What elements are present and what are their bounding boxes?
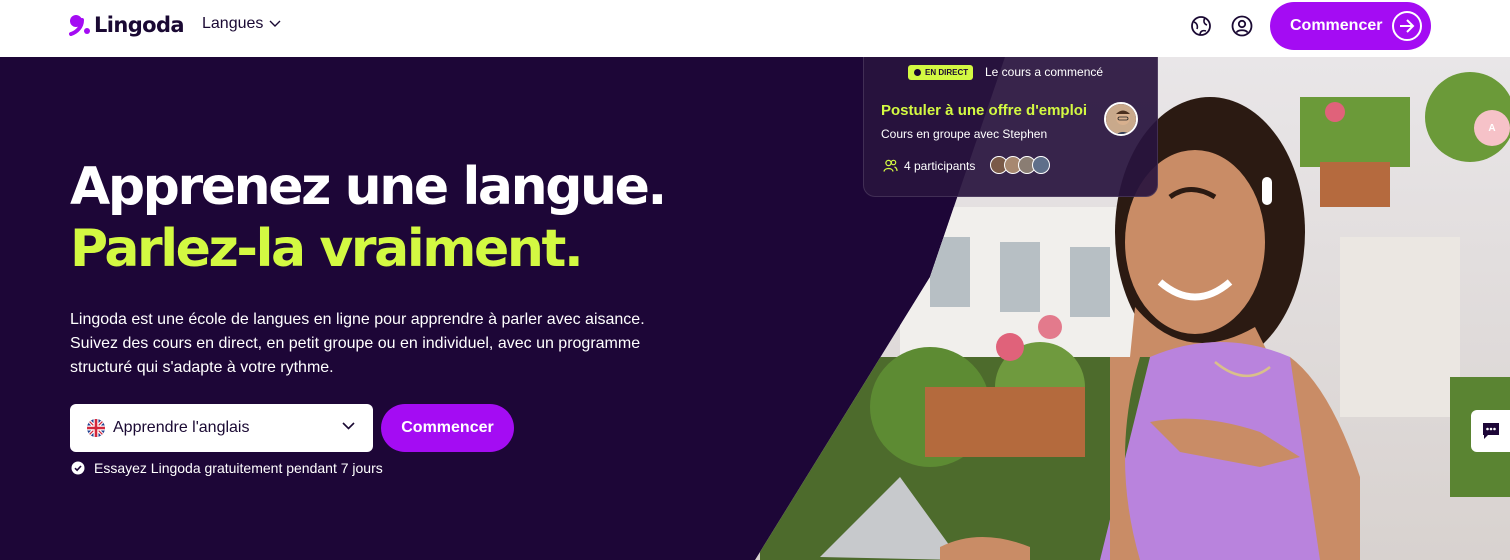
logo-text: Lingoda	[94, 13, 185, 37]
class-subtitle: Cours en groupe avec Stephen	[881, 127, 1048, 141]
header-commencer-label: Commencer	[1290, 17, 1383, 34]
lingoda-logo-mark-icon	[69, 15, 90, 36]
translate-widget-icon[interactable]: A	[1474, 110, 1510, 146]
chevron-down-icon	[342, 422, 355, 430]
participants-label: 4 participants	[904, 159, 976, 173]
check-circle-icon	[71, 461, 85, 475]
chevron-down-icon	[269, 20, 281, 27]
hero-description: Lingoda est une école de langues en lign…	[70, 311, 645, 376]
nav-langues-dropdown[interactable]: Langues	[202, 15, 281, 33]
headline-line-2: Parlez-la vraiment.	[70, 219, 584, 279]
language-select[interactable]: Apprendre l'anglais	[70, 404, 373, 452]
free-trial-text: Essayez Lingoda gratuitement pendant 7 j…	[94, 460, 383, 476]
live-status-text: Le cours a commencé	[985, 65, 1104, 79]
chat-bubble-icon	[1483, 423, 1499, 439]
participant-avatars	[990, 156, 1050, 174]
live-class-card: EN DIRECT Le cours a commencé Postuler à…	[863, 57, 1158, 197]
hero-section: EN DIRECT Le cours a commencé Postuler à…	[0, 57, 1510, 560]
class-title: Postuler à une offre d'emploi	[881, 102, 1088, 119]
arrow-right-icon	[1392, 11, 1422, 41]
lingoda-logo[interactable]: Lingoda	[69, 11, 185, 39]
participant-avatar	[1032, 156, 1050, 174]
live-badge-label: EN DIRECT	[925, 68, 969, 77]
headline-line-1: Apprenez une langue.	[70, 157, 667, 217]
nav-langues-label: Langues	[202, 15, 264, 32]
live-badge: EN DIRECT	[908, 65, 974, 80]
users-icon	[883, 159, 898, 172]
hero-headline: Apprenez une langue. Parlez-la vraiment.	[70, 156, 667, 280]
chat-widget-button[interactable]	[1471, 410, 1510, 452]
user-account-icon[interactable]	[1230, 14, 1254, 38]
free-trial-note: Essayez Lingoda gratuitement pendant 7 j…	[71, 460, 383, 476]
participants-count: 4 participants	[883, 159, 975, 173]
top-navigation-bar: Lingoda Langues Commencer	[0, 0, 1510, 57]
language-select-value: Apprendre l'anglais	[113, 419, 250, 436]
globe-icon[interactable]	[1189, 14, 1213, 38]
live-dot-icon	[914, 69, 921, 76]
hero-commencer-button[interactable]: Commencer	[381, 404, 514, 452]
header-commencer-button[interactable]: Commencer	[1270, 2, 1431, 50]
teacher-avatar	[1104, 102, 1138, 136]
uk-flag-icon	[87, 419, 105, 437]
